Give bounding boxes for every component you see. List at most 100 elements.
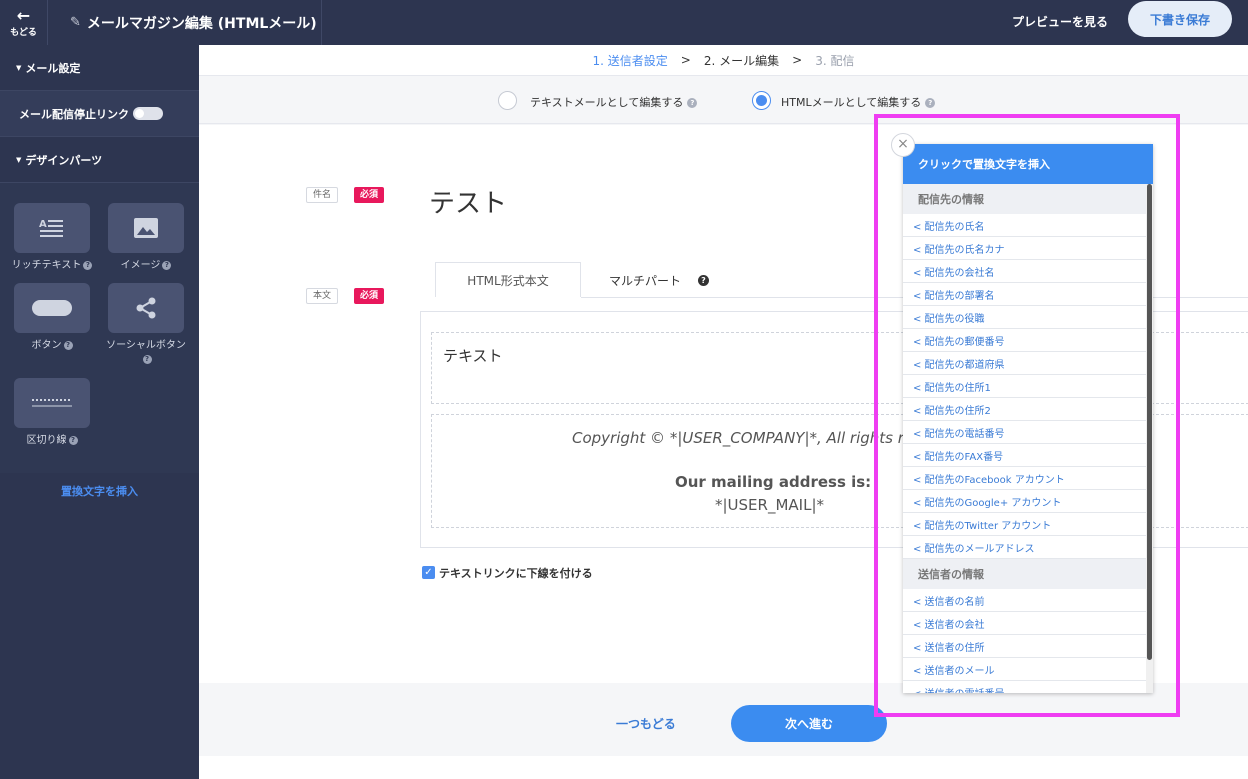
text-mode-label: テキストメールとして編集する bbox=[530, 96, 684, 109]
text-mode-option[interactable]: テキストメールとして編集する? bbox=[530, 94, 698, 110]
divider-icon bbox=[32, 399, 72, 407]
placeholder-item[interactable]: < 配信先の住所1 bbox=[903, 375, 1146, 398]
html-mode-label: HTMLメールとして編集する bbox=[781, 96, 922, 109]
button-tile[interactable] bbox=[14, 283, 90, 333]
mail-settings-header[interactable]: ▼ メール設定 bbox=[0, 45, 199, 91]
social-tile[interactable] bbox=[108, 283, 184, 333]
placeholder-list[interactable]: 配信先の情報 < 配信先の氏名 < 配信先の氏名カナ < 配信先の会社名 < 配信先の… bbox=[903, 184, 1146, 693]
step-sender-settings[interactable]: 1. 送信者設定 bbox=[593, 52, 668, 69]
placeholder-item[interactable]: < 送信者の電話番号 bbox=[903, 681, 1146, 694]
subject-input[interactable]: テスト bbox=[429, 183, 507, 220]
html-mode-radio[interactable] bbox=[752, 91, 771, 110]
image-icon bbox=[134, 218, 158, 238]
preview-link[interactable]: プレビューを見る bbox=[1012, 13, 1108, 30]
unsubscribe-link-label: メール配信停止リンク bbox=[19, 107, 129, 121]
top-bar: ← もどる ✎ メールマガジン編集 (HTMLメール) プレビューを見る 下書き… bbox=[0, 0, 1248, 45]
mail-settings-label: メール設定 bbox=[25, 61, 81, 75]
step-delivery: 3. 配信 bbox=[815, 53, 855, 68]
step-separator: > bbox=[792, 53, 803, 67]
share-icon bbox=[136, 297, 156, 319]
placeholder-item[interactable]: < 配信先のFAX番号 bbox=[903, 444, 1146, 467]
design-parts-header[interactable]: ▼ デザインパーツ bbox=[0, 137, 199, 183]
help-icon[interactable]: ? bbox=[83, 260, 93, 270]
placeholder-item[interactable]: < 配信先のFacebook アカウント bbox=[903, 467, 1146, 490]
rich-text-label: リッチテキスト bbox=[11, 260, 82, 271]
placeholder-item[interactable]: < 配信先の役職 bbox=[903, 306, 1146, 329]
user-mail-placeholder: *|USER_MAIL|* bbox=[715, 496, 824, 514]
pencil-icon: ✎ bbox=[70, 15, 81, 30]
help-icon[interactable]: ? bbox=[63, 340, 73, 350]
back-label: もどる bbox=[10, 27, 37, 38]
button-shape-icon bbox=[32, 300, 72, 316]
next-step-button[interactable]: 次へ進む bbox=[731, 705, 887, 742]
rich-text-tile[interactable]: A bbox=[14, 203, 90, 253]
placeholder-item[interactable]: < 送信者の名前 bbox=[903, 589, 1146, 612]
svg-text:A: A bbox=[39, 219, 47, 230]
body-text: テキスト bbox=[443, 347, 503, 365]
save-draft-button[interactable]: 下書き保存 bbox=[1128, 1, 1232, 37]
copyright-text: Copyright © *|USER_COMPANY|*, All rights… bbox=[572, 429, 904, 447]
mailing-address-heading: Our mailing address is: bbox=[675, 473, 872, 491]
underline-links-checkbox[interactable]: ✓ bbox=[422, 566, 435, 579]
back-button[interactable]: ← もどる bbox=[0, 0, 48, 45]
arrow-left-icon: ← bbox=[16, 5, 31, 25]
placeholder-item[interactable]: < 配信先の部署名 bbox=[903, 283, 1146, 306]
placeholder-item[interactable]: < 配信先の電話番号 bbox=[903, 421, 1146, 444]
help-icon[interactable]: ? bbox=[68, 435, 78, 445]
page-title: メールマガジン編集 (HTMLメール) bbox=[86, 15, 317, 32]
placeholder-item[interactable]: < 配信先の会社名 bbox=[903, 260, 1146, 283]
bottom-strip bbox=[199, 756, 1248, 779]
tab-html-body[interactable]: HTML形式本文 bbox=[435, 262, 581, 297]
help-icon[interactable]: ? bbox=[698, 275, 709, 286]
required-badge: 必須 bbox=[354, 288, 385, 304]
placeholder-item[interactable]: < 配信先のGoogle+ アカウント bbox=[903, 490, 1146, 513]
placeholder-item[interactable]: < 配信先の都道府県 bbox=[903, 352, 1146, 375]
help-icon[interactable]: ? bbox=[162, 260, 172, 270]
placeholder-item[interactable]: < 配信先の郵便番号 bbox=[903, 329, 1146, 352]
popup-title: クリックで置換文字を挿入 bbox=[903, 144, 1153, 184]
step-separator: > bbox=[680, 53, 691, 67]
step-mail-edit: 2. メール編集 bbox=[703, 53, 780, 68]
section-recipient: 配信先の情報 bbox=[903, 184, 1146, 214]
help-icon[interactable]: ? bbox=[142, 354, 152, 364]
underline-links-label[interactable]: テキストリンクに下線を付ける bbox=[439, 565, 593, 581]
sidebar: ▼ メール設定 メール配信停止リンク ▼ デザインパーツ A リッチテキスト? bbox=[0, 45, 199, 779]
placeholder-item[interactable]: < 配信先の氏名カナ bbox=[903, 237, 1146, 260]
popup-scrollbar[interactable] bbox=[1146, 184, 1153, 693]
body-tag: 本文 bbox=[306, 288, 339, 304]
previous-step-button[interactable]: 一つもどる bbox=[616, 715, 676, 732]
insert-placeholder-link[interactable]: 置換文字を挿入 bbox=[0, 483, 199, 499]
part-rich-text[interactable]: A リッチテキスト? bbox=[4, 203, 100, 273]
image-label: イメージ bbox=[120, 260, 161, 271]
part-image[interactable]: イメージ? bbox=[98, 203, 194, 273]
part-social[interactable]: ソーシャルボタン? bbox=[98, 283, 194, 367]
text-mode-radio[interactable] bbox=[498, 91, 517, 110]
placeholder-item[interactable]: < 配信先の住所2 bbox=[903, 398, 1146, 421]
design-parts-label: デザインパーツ bbox=[25, 153, 103, 167]
placeholder-item[interactable]: < 配信先の氏名 bbox=[903, 214, 1146, 237]
placeholder-item[interactable]: < 送信者の住所 bbox=[903, 635, 1146, 658]
help-icon[interactable]: ? bbox=[925, 98, 936, 108]
unsubscribe-link-row: メール配信停止リンク bbox=[0, 91, 199, 137]
image-tile[interactable] bbox=[108, 203, 184, 253]
caret-down-icon: ▼ bbox=[16, 155, 22, 164]
step-breadcrumb: 1. 送信者設定 > 2. メール編集 > 3. 配信 bbox=[199, 45, 1248, 76]
placeholder-item[interactable]: < 送信者の会社 bbox=[903, 612, 1146, 635]
close-icon[interactable]: × bbox=[891, 133, 915, 157]
placeholder-item[interactable]: < 配信先のTwitter アカウント bbox=[903, 513, 1146, 536]
divider-tile[interactable] bbox=[14, 378, 90, 428]
help-icon[interactable]: ? bbox=[687, 98, 698, 108]
divider-label: 区切り線 bbox=[26, 435, 67, 446]
scrollbar-thumb[interactable] bbox=[1147, 184, 1152, 660]
placeholder-item[interactable]: < 配信先のメールアドレス bbox=[903, 536, 1146, 559]
tab-multipart[interactable]: マルチパート bbox=[609, 272, 681, 289]
placeholder-item[interactable]: < 送信者のメール bbox=[903, 658, 1146, 681]
unsubscribe-toggle[interactable] bbox=[133, 107, 163, 120]
caret-down-icon: ▼ bbox=[16, 63, 22, 72]
part-divider[interactable]: 区切り線? bbox=[4, 378, 100, 448]
rich-text-icon: A bbox=[39, 219, 63, 237]
subject-tag: 件名 bbox=[306, 187, 339, 203]
page-title-area: ✎ メールマガジン編集 (HTMLメール) bbox=[48, 0, 322, 45]
html-mode-option[interactable]: HTMLメールとして編集する? bbox=[781, 94, 936, 110]
part-button[interactable]: ボタン? bbox=[4, 283, 100, 353]
